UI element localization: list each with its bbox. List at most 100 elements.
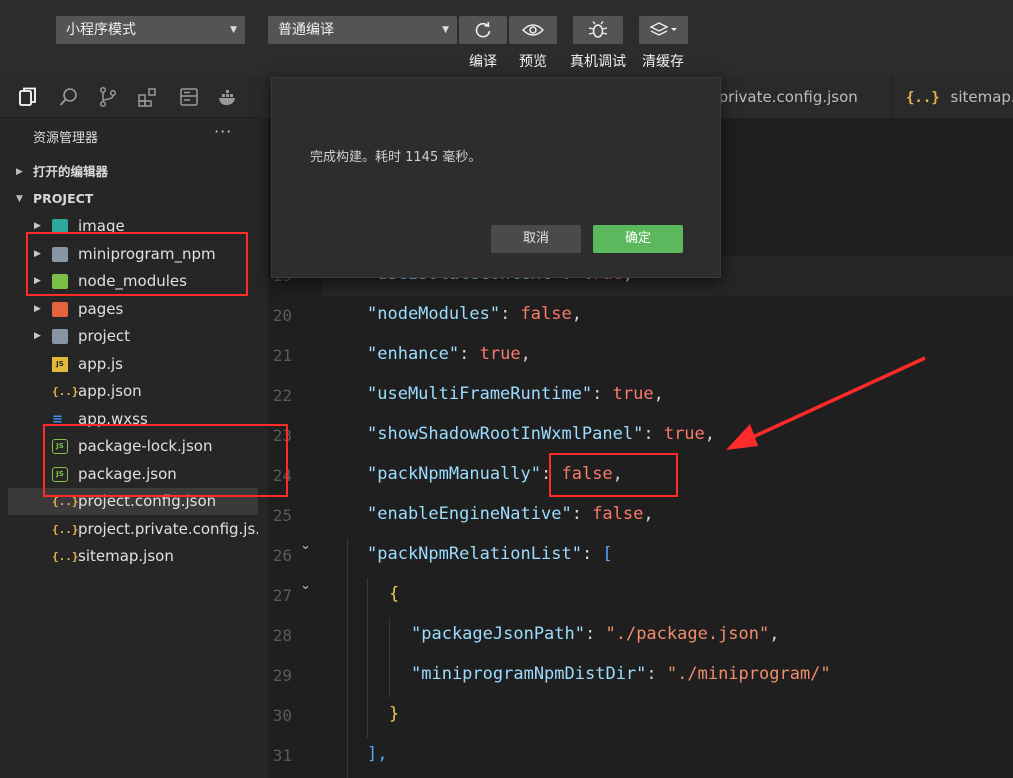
tree-item-label: pages: [78, 300, 124, 318]
search-icon[interactable]: [58, 86, 80, 108]
json-key: "packNpmManually": [367, 464, 541, 484]
json-file-icon: {..}: [52, 385, 79, 398]
clear-cache-label: 清缓存: [642, 54, 684, 70]
tree-item-app-js[interactable]: JS app.js: [8, 351, 258, 378]
line-number: 26: [272, 546, 292, 565]
json-file-icon: {..}: [906, 90, 940, 106]
layers-icon: [648, 22, 677, 36]
remote-debug-button[interactable]: [573, 16, 623, 44]
annotation-box-pack-npm-value: [549, 453, 678, 497]
confirm-button[interactable]: 确定: [593, 225, 683, 253]
json-brace: {: [389, 584, 400, 604]
toolbar: 小程序模式 ▼ 普通编译 ▼ 编译 预览 真机调试 清缓存: [0, 0, 1013, 76]
tree-item-pages[interactable]: ▶ pages: [8, 296, 258, 323]
line-number: 30: [272, 706, 292, 725]
explorer-title: 资源管理器: [33, 131, 99, 146]
storage-icon[interactable]: [178, 86, 200, 108]
json-file-icon: {..}: [52, 523, 79, 536]
tree-item-app-json[interactable]: {..} app.json: [8, 378, 258, 405]
json-bracket: [: [602, 544, 613, 564]
tree-item-label: app.js: [78, 355, 123, 373]
compile-select-value: 普通编译: [278, 22, 334, 38]
json-key: "miniprogramNpmDistDir": [411, 664, 647, 684]
source-control-icon[interactable]: [97, 86, 119, 108]
json-key: "showShadowRootInWxmlPanel": [367, 424, 644, 444]
json-key: "packageJsonPath": [411, 624, 585, 644]
more-actions-icon[interactable]: ···: [214, 122, 232, 141]
refresh-icon: [475, 21, 491, 38]
annotation-arrow: [726, 356, 926, 450]
eye-icon: [522, 24, 544, 36]
json-value: "./miniprogram/": [666, 664, 831, 684]
indent-guide: [389, 618, 390, 698]
json-key: "useMultiFrameRuntime": [367, 384, 593, 404]
tab-label: t.private.config.json: [708, 88, 858, 106]
json-value: true: [612, 384, 654, 404]
json-value: false: [592, 504, 644, 524]
tree-item-label: sitemap.json: [78, 547, 174, 565]
dialog-message: 完成构建。耗时 1145 毫秒。: [310, 150, 482, 165]
bug-icon: [588, 21, 608, 38]
docker-icon[interactable]: [217, 86, 239, 108]
build-complete-dialog: 完成构建。耗时 1145 毫秒。 取消 确定: [271, 77, 721, 278]
tree-item-project-private-config-json[interactable]: {..} project.private.config.js...: [8, 516, 270, 543]
json-value: true: [663, 424, 705, 444]
activity-bar: [0, 76, 258, 118]
project-section[interactable]: ▼ PROJECT: [8, 186, 258, 212]
project-label: PROJECT: [33, 191, 94, 206]
json-file-icon: {..}: [52, 550, 79, 563]
preview-button[interactable]: [509, 16, 557, 44]
json-key: "packNpmRelationList": [367, 544, 582, 564]
code-line: "enhance": true,: [367, 344, 531, 364]
annotation-box-package-files: [43, 424, 288, 497]
line-number: 21: [272, 346, 292, 365]
chevron-right-icon: ▶: [34, 331, 41, 341]
json-brace: }: [389, 704, 400, 724]
json-key: "enableEngineNative": [367, 504, 572, 524]
fold-chevron-icon[interactable]: ⌄: [300, 578, 311, 593]
code-line: "nodeModules": false,: [367, 304, 582, 324]
tree-item-project[interactable]: ▶ project: [8, 323, 258, 350]
cancel-button[interactable]: 取消: [491, 225, 581, 253]
line-number: 27: [272, 586, 292, 605]
indent-guide: [347, 538, 348, 778]
line-number: 22: [272, 386, 292, 405]
compile-label: 编译: [469, 54, 497, 70]
compile-button[interactable]: [459, 16, 507, 44]
json-value: "./package.json": [605, 624, 770, 644]
devtools-window: { "toolbar": { "mode_select": "小程序模式", "…: [0, 0, 1013, 778]
folder-icon: [52, 329, 68, 344]
tab-divider: [891, 76, 892, 118]
mode-select[interactable]: 小程序模式 ▼: [56, 16, 245, 44]
json-key: "enhance": [367, 344, 460, 364]
open-editors-section[interactable]: ▶ 打开的编辑器: [8, 159, 258, 185]
tree-item-sitemap-json[interactable]: {..} sitemap.json: [8, 543, 258, 570]
code-line: {: [389, 584, 399, 604]
remote-debug-label: 真机调试: [570, 54, 626, 70]
clear-cache-button[interactable]: [639, 16, 688, 44]
json-bracket: ],: [367, 744, 388, 764]
line-number: 25: [272, 506, 292, 525]
open-editors-label: 打开的编辑器: [33, 164, 109, 179]
json-key: "nodeModules": [367, 304, 501, 324]
indent-guide: [367, 578, 368, 738]
tree-item-label: project: [78, 327, 131, 345]
tab-sitemap[interactable]: {..} sitemap.jso: [906, 76, 1013, 118]
extensions-icon[interactable]: [137, 86, 159, 108]
tab-project-private-config[interactable]: t.private.config.json: [708, 76, 858, 118]
chevron-down-icon: ▼: [442, 25, 449, 35]
files-icon[interactable]: [17, 86, 39, 108]
code-line: "packageJsonPath": "./package.json",: [411, 624, 780, 644]
mode-select-value: 小程序模式: [66, 22, 136, 38]
chevron-down-icon: ▼: [230, 25, 237, 35]
code-line: "enableEngineNative": false,: [367, 504, 654, 524]
code-line: "showShadowRootInWxmlPanel": true,: [367, 424, 716, 444]
code-line: "useMultiFrameRuntime": true,: [367, 384, 664, 404]
fold-chevron-icon[interactable]: ⌄: [300, 538, 311, 553]
code-line: ],: [367, 744, 387, 764]
compile-select[interactable]: 普通编译 ▼: [268, 16, 457, 44]
chevron-right-icon: ▶: [16, 167, 23, 177]
line-number: 28: [272, 626, 292, 645]
js-file-icon: JS: [52, 357, 68, 372]
pages-folder-icon: [52, 302, 68, 317]
